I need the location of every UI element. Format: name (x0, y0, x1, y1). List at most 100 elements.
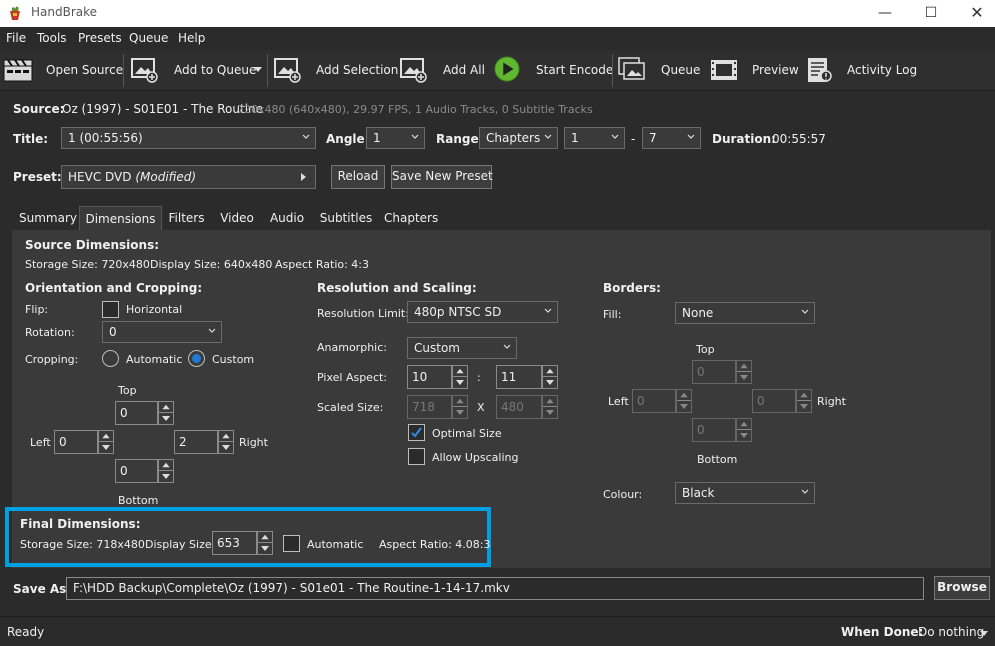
chevron-down-icon (611, 134, 619, 139)
reload-button[interactable]: Reload (331, 165, 385, 189)
when-done-dropdown[interactable]: Do nothing (918, 625, 984, 639)
range-end-dropdown[interactable]: 7 (642, 127, 701, 149)
tab-filters[interactable]: Filters (164, 206, 209, 230)
crop-top-stepper[interactable]: 0 (115, 401, 174, 425)
queue-button[interactable]: Queue (616, 50, 702, 91)
fill-dropdown[interactable]: None (675, 302, 815, 324)
toolbar-separator (612, 54, 613, 87)
anamorphic-label: Anamorphic: (317, 341, 387, 354)
preset-modified: (Modified) (135, 170, 197, 184)
cropping-automatic-radio[interactable] (102, 350, 119, 367)
crop-top-label: Top (118, 384, 137, 397)
menu-tools[interactable]: Tools (37, 31, 67, 45)
arrow-down-icon[interactable] (543, 377, 557, 388)
tab-subtitles[interactable]: Subtitles (318, 206, 374, 230)
add-all-button[interactable]: Add All (398, 50, 486, 91)
crop-right-stepper[interactable]: 2 (174, 430, 234, 454)
title-label: Title: (13, 132, 49, 146)
optimal-size-checkbox[interactable] (408, 424, 425, 441)
save-new-preset-button[interactable]: Save New Preset (391, 165, 493, 189)
angle-label: Angle: (326, 132, 370, 146)
range-dash: - (631, 132, 636, 146)
add-image-icon (274, 58, 301, 83)
scaled-height-stepper: 480 (496, 395, 558, 419)
arrow-down-icon[interactable] (219, 442, 233, 453)
colour-label: Colour: (603, 488, 643, 501)
add-selection-button[interactable]: Add Selection (271, 50, 398, 91)
browse-button[interactable]: Browse (934, 576, 990, 600)
save-as-path-input[interactable]: F:\HDD Backup\Complete\Oz (1997) - S01e0… (66, 577, 924, 600)
maximize-button[interactable]: ☐ (908, 0, 954, 27)
menu-presets[interactable]: Presets (78, 31, 122, 45)
colour-dropdown[interactable]: Black (675, 482, 815, 504)
menu-queue[interactable]: Queue (129, 31, 168, 45)
duration-label: Duration: (712, 132, 776, 146)
arrow-up-icon[interactable] (258, 532, 272, 543)
pixel-aspect-width-stepper[interactable]: 10 (407, 365, 468, 389)
chevron-down-icon (801, 309, 809, 314)
rotation-label: Rotation: (25, 326, 75, 339)
activity-log-button[interactable]: Activity Log (804, 50, 917, 91)
cropping-custom-radio[interactable] (188, 350, 205, 367)
menu-file[interactable]: File (6, 31, 26, 45)
status-bar: Ready When Done: Do nothing (0, 616, 995, 646)
tab-dimensions[interactable]: Dimensions (79, 206, 162, 230)
arrow-down-icon[interactable] (159, 471, 173, 482)
film-strip-icon (711, 60, 737, 80)
scaled-size-label: Scaled Size: (317, 401, 384, 414)
arrow-up-icon[interactable] (159, 460, 173, 471)
chevron-down-icon[interactable] (254, 67, 262, 73)
arrow-down-icon[interactable] (258, 543, 272, 554)
pixel-aspect-height-stepper[interactable]: 11 (496, 365, 558, 389)
arrow-down-icon[interactable] (99, 442, 113, 453)
range-mode-dropdown[interactable]: Chapters (479, 127, 558, 149)
crop-bottom-label: Bottom (118, 494, 159, 507)
minimize-button[interactable]: — (862, 0, 908, 27)
radio-selected-dot (192, 354, 201, 363)
arrow-down-icon[interactable] (453, 377, 467, 388)
duration-value: 00:55:57 (772, 132, 826, 146)
display-size-stepper[interactable]: 653 (212, 531, 273, 555)
chevron-down-icon[interactable] (980, 631, 988, 637)
arrow-down-icon (800, 404, 808, 409)
arrow-up-icon[interactable] (159, 402, 173, 413)
crop-bottom-stepper[interactable]: 0 (115, 459, 174, 483)
tab-video[interactable]: Video (217, 206, 257, 230)
start-encode-button[interactable]: Start Encode (492, 50, 613, 91)
open-source-button[interactable]: Open Source (0, 50, 123, 91)
angle-dropdown[interactable]: 1 (366, 127, 425, 149)
display-size-automatic-checkbox[interactable] (283, 535, 300, 552)
anamorphic-dropdown[interactable]: Custom (407, 337, 517, 359)
flip-horizontal-checkbox[interactable] (102, 301, 119, 318)
final-display-size-label: Display Size: (145, 538, 216, 551)
optimal-size-label: Optimal Size (432, 427, 502, 440)
preset-selector[interactable]: HEVC DVD (Modified) (61, 165, 316, 189)
rotation-dropdown[interactable]: 0 (102, 321, 222, 343)
horizontal-label: Horizontal (126, 303, 183, 316)
arrow-up-icon[interactable] (453, 366, 467, 377)
when-done-label: When Done: (841, 625, 924, 639)
arrow-up-icon[interactable] (543, 366, 557, 377)
range-start-dropdown[interactable]: 1 (564, 127, 625, 149)
tab-audio[interactable]: Audio (268, 206, 306, 230)
add-to-queue-button[interactable]: Add to Queue (128, 50, 266, 91)
arrow-down-icon[interactable] (159, 413, 173, 424)
crop-left-stepper[interactable]: 0 (54, 430, 114, 454)
resolution-limit-dropdown[interactable]: 480p NTSC SD (407, 301, 558, 323)
arrow-up-icon (677, 392, 691, 401)
tab-summary[interactable]: Summary (17, 206, 79, 230)
title-dropdown[interactable]: 1 (00:55:56) (61, 127, 316, 149)
crop-right-label: Right (239, 436, 268, 449)
final-automatic-label: Automatic (307, 538, 364, 551)
close-button[interactable]: ✕ (954, 0, 995, 27)
stacked-images-icon (618, 57, 645, 80)
allow-upscaling-checkbox[interactable] (408, 448, 425, 465)
menu-help[interactable]: Help (178, 31, 205, 45)
chevron-down-icon (302, 134, 310, 139)
arrow-up-icon[interactable] (219, 431, 233, 442)
arrow-up-icon[interactable] (99, 431, 113, 442)
tab-chapters[interactable]: Chapters (384, 206, 438, 230)
chevron-down-icon (208, 328, 216, 333)
preview-button[interactable]: Preview (708, 50, 799, 91)
crop-left-label: Left (30, 436, 51, 449)
